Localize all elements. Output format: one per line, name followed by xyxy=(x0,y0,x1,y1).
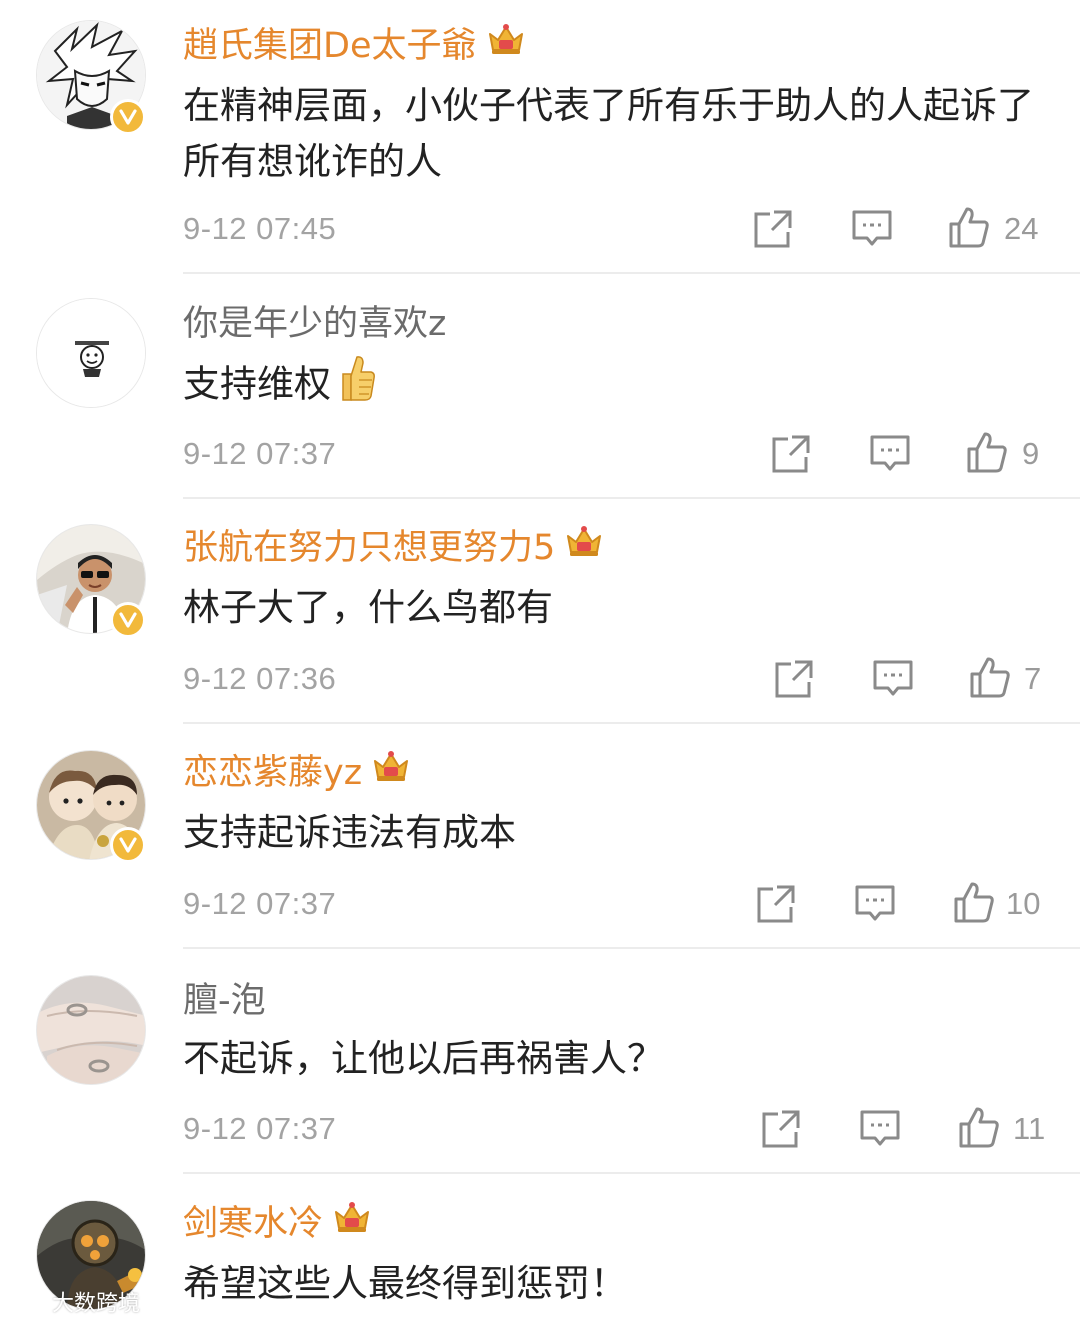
username[interactable]: 趙氏集团De太子爺 xyxy=(183,22,525,68)
comment-icon[interactable] xyxy=(854,883,896,925)
thumbs-up-icon[interactable] xyxy=(948,206,990,248)
timestamp: 9-12 07:45 xyxy=(183,211,337,246)
comment-text: 支持维权 xyxy=(183,354,1053,418)
comment-text: 支持起诉违法有成本 xyxy=(183,811,516,854)
username[interactable]: 剑寒水冷 xyxy=(183,1200,371,1246)
like-count: 24 xyxy=(1004,211,1039,246)
timestamp: 9-12 07:37 xyxy=(183,886,337,921)
share-icon[interactable] xyxy=(773,658,815,700)
username[interactable]: 你是年少的喜欢z xyxy=(183,302,446,346)
thumbs-up-icon[interactable] xyxy=(969,656,1011,698)
divider xyxy=(183,497,1080,499)
divider xyxy=(183,947,1080,949)
comment-icon[interactable] xyxy=(872,658,914,700)
comment-text: 在精神层面，小伙子代表了所有乐于助人的人起诉了所有想讹诈的人 xyxy=(183,84,1034,183)
comment-text: 希望这些人最终得到惩罚！ xyxy=(183,1262,627,1305)
username[interactable]: 膻-泡 xyxy=(183,979,266,1023)
crown-icon xyxy=(333,1200,371,1245)
avatar[interactable] xyxy=(36,298,146,408)
like-count: 10 xyxy=(1006,886,1041,921)
verified-v-icon xyxy=(110,602,146,638)
comment-icon[interactable] xyxy=(851,208,893,250)
thumbs-up-icon[interactable] xyxy=(953,881,995,923)
crown-icon xyxy=(565,524,603,569)
comment-text: 林子大了，什么鸟都有 xyxy=(183,586,553,629)
timestamp: 9-12 07:36 xyxy=(183,661,337,696)
share-icon[interactable] xyxy=(770,433,812,475)
timestamp: 9-12 07:37 xyxy=(183,1111,337,1146)
thumbs-up-icon[interactable] xyxy=(966,431,1008,473)
username[interactable]: 恋恋紫藤yz xyxy=(183,749,410,795)
comment-icon[interactable] xyxy=(869,433,911,475)
like-count: 11 xyxy=(1013,1111,1046,1146)
verified-v-icon xyxy=(110,827,146,863)
like-count: 7 xyxy=(1024,661,1042,696)
divider xyxy=(183,722,1080,724)
thumbs-up-icon[interactable] xyxy=(958,1106,1000,1148)
thumbs-up-emoji xyxy=(337,354,377,418)
share-icon[interactable] xyxy=(755,883,797,925)
divider xyxy=(183,1172,1080,1174)
watermark: 大数跨境 xyxy=(8,1286,140,1323)
crown-icon xyxy=(487,22,525,67)
divider xyxy=(183,272,1080,274)
avatar[interactable] xyxy=(36,975,146,1085)
username[interactable]: 张航在努力只想更努力5 xyxy=(183,524,603,570)
comment-icon[interactable] xyxy=(859,1108,901,1150)
share-icon[interactable] xyxy=(760,1108,802,1150)
share-icon[interactable] xyxy=(752,208,794,250)
verified-v-icon xyxy=(110,99,146,135)
weibo-logo-icon xyxy=(8,1286,48,1323)
comment-text: 不起诉，让他以后再祸害人？ xyxy=(183,1037,664,1080)
timestamp: 9-12 07:37 xyxy=(183,436,337,471)
crown-icon xyxy=(372,749,410,794)
like-count: 9 xyxy=(1022,436,1040,471)
